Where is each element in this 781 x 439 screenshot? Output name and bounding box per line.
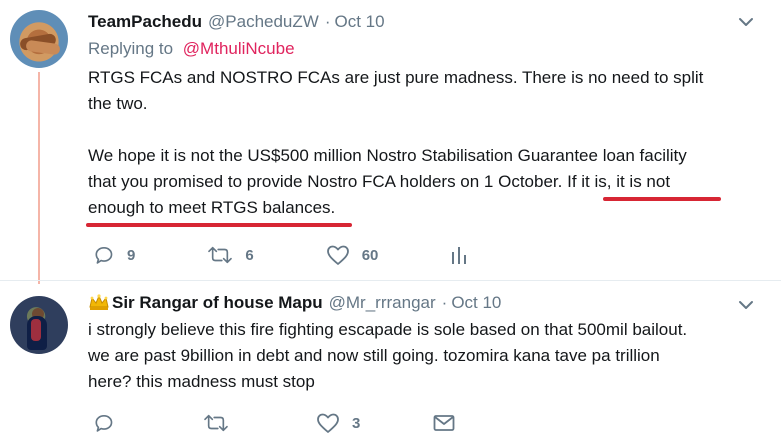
reply-icon <box>93 412 115 434</box>
tweet[interactable]: TeamPachedu @PacheduZW · Oct 10 Replying… <box>88 10 761 221</box>
tweet-text-line: here? this madness must stop <box>88 372 315 391</box>
envelope-icon <box>432 413 456 433</box>
reply-icon <box>93 244 115 266</box>
reply-button[interactable] <box>93 412 127 434</box>
tweet-text-line: i strongly believe this fire fighting es… <box>88 320 688 339</box>
tweet-text: i strongly believe this fire fighting es… <box>88 317 761 395</box>
tweet-date[interactable]: Oct 10 <box>335 10 385 34</box>
retweet-icon <box>207 244 233 266</box>
tweet-text-line: RTGS FCAs and NOSTRO FCAs are just pure … <box>88 68 704 87</box>
display-name[interactable]: TeamPachedu <box>88 10 202 34</box>
tweet-text-line: We hope it is not the US$500 million Nos… <box>88 146 687 165</box>
retweet-button[interactable]: 6 <box>207 244 254 266</box>
tweet-date[interactable]: Oct 10 <box>451 291 501 315</box>
heart-icon <box>326 244 350 266</box>
red-underline-annotation <box>603 197 721 201</box>
crown-icon <box>88 293 110 311</box>
tweet-actions: 9 6 60 <box>93 244 540 266</box>
tweet-divider <box>0 280 781 281</box>
analytics-icon <box>450 244 468 266</box>
tweet-text-plain: that you promised to provide Nostro FCA … <box>88 172 568 191</box>
tweet-header: TeamPachedu @PacheduZW · Oct 10 <box>88 10 761 34</box>
avatar[interactable] <box>10 10 68 68</box>
avatar-shirt <box>31 319 41 341</box>
like-count: 3 <box>352 414 361 432</box>
highlighted-text: enough to meet RTGS balances. <box>88 198 336 217</box>
direct-message-button[interactable] <box>432 413 456 433</box>
tweet-text-line: the two. <box>88 94 148 113</box>
red-underline-annotation <box>86 223 352 227</box>
chevron-down-icon[interactable] <box>736 293 756 317</box>
retweet-button[interactable] <box>203 412 241 434</box>
retweet-count: 6 <box>245 246 254 264</box>
highlighted-text: If it is, it is not <box>567 172 671 191</box>
like-count: 60 <box>361 246 379 264</box>
reply-context: Replying to @MthuliNcube <box>88 37 761 61</box>
tweet-header: Sir Rangar of house Mapu @Mr_rrrangar · … <box>88 291 761 315</box>
tweet-actions: 3 <box>93 412 528 434</box>
display-name[interactable]: Sir Rangar of house Mapu <box>112 291 323 315</box>
reply-count: 9 <box>127 246 136 264</box>
tweet[interactable]: Sir Rangar of house Mapu @Mr_rrrangar · … <box>88 291 761 395</box>
chevron-down-icon[interactable] <box>736 10 756 34</box>
separator-dot: · <box>441 293 448 312</box>
reply-label: Replying to <box>88 39 174 58</box>
avatar[interactable] <box>10 296 68 354</box>
like-button[interactable]: 60 <box>326 244 379 266</box>
retweet-icon <box>203 412 229 434</box>
user-handle[interactable]: @Mr_rrrangar <box>329 291 436 315</box>
tweet-text-line: that you promised to provide Nostro FCA … <box>88 169 761 195</box>
user-handle[interactable]: @PacheduZW <box>208 10 319 34</box>
like-button[interactable]: 3 <box>316 412 360 434</box>
separator-dot: · <box>324 12 331 31</box>
thread-connector-line <box>38 72 40 284</box>
reply-button[interactable]: 9 <box>93 244 135 266</box>
reply-mention-link[interactable]: @MthuliNcube <box>183 39 295 58</box>
analytics-button[interactable] <box>450 244 468 266</box>
heart-icon <box>316 412 340 434</box>
tweet-text-line: we are past 9billion in debt and now sti… <box>88 346 660 365</box>
